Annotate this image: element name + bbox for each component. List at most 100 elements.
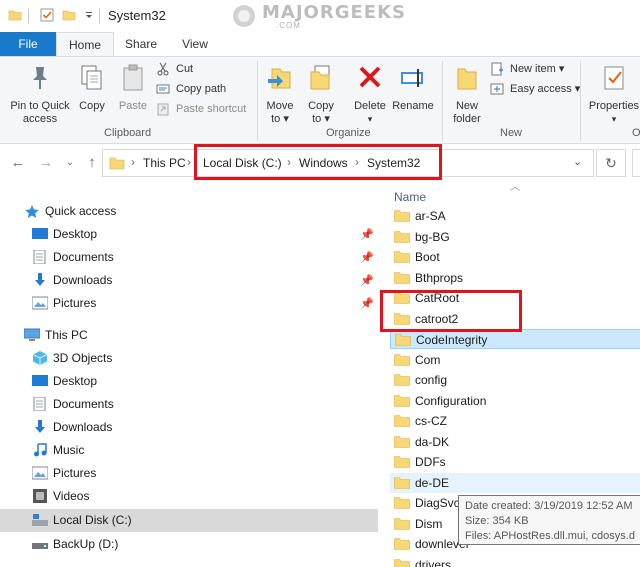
nav-downloads[interactable]: Downloads xyxy=(0,416,378,439)
file-row[interactable]: bg-BG xyxy=(390,227,640,247)
nav-quick-downloads[interactable]: Downloads 📌 xyxy=(0,269,378,292)
rename-button[interactable]: Rename xyxy=(392,63,434,113)
documents-icon xyxy=(33,397,46,411)
paste-shortcut-button[interactable]: Paste shortcut xyxy=(156,101,246,117)
up-arrow-icon[interactable]: ↑ xyxy=(84,154,100,171)
recent-locations-chevron-icon[interactable]: ⌄ xyxy=(62,157,78,168)
new-folder-quick-icon[interactable] xyxy=(62,8,76,22)
catroot-highlight-box xyxy=(380,290,522,332)
nav-music[interactable]: Music xyxy=(0,439,378,462)
nav-label: Documents xyxy=(53,250,114,264)
file-row[interactable]: config xyxy=(390,370,640,390)
folder-icon[interactable] xyxy=(8,8,22,22)
watermark-suffix: .COM xyxy=(276,21,301,30)
downloads-icon xyxy=(35,420,45,433)
folder-icon xyxy=(394,497,410,509)
file-row[interactable]: de-DE xyxy=(390,472,640,493)
properties-label: Properties xyxy=(588,100,640,112)
file-name: Com xyxy=(415,352,441,367)
file-name: DDFs xyxy=(415,455,446,469)
delete-x-icon xyxy=(359,66,381,88)
tab-view[interactable]: View xyxy=(172,32,218,56)
nav-quick-documents[interactable]: Documents 📌 xyxy=(0,246,378,269)
file-row[interactable]: cs-CZ xyxy=(390,411,640,431)
nav-3d-objects[interactable]: 3D Objects xyxy=(0,347,378,370)
cut-label: Cut xyxy=(176,63,194,75)
watermark-emblem-icon xyxy=(233,5,255,27)
drive-icon xyxy=(32,514,48,526)
folder-icon xyxy=(394,374,410,386)
new-folder-icon xyxy=(457,68,477,90)
divider xyxy=(28,9,29,23)
cut-button[interactable]: Cut xyxy=(156,61,193,77)
clipboard-group-label: Clipboard xyxy=(104,127,152,139)
tab-file[interactable]: File xyxy=(0,32,56,56)
new-folder-button[interactable]: New folder xyxy=(448,63,486,126)
divider xyxy=(442,61,443,141)
folder-icon xyxy=(394,415,410,427)
file-row[interactable]: Com xyxy=(390,350,640,370)
back-arrow-icon[interactable]: ← xyxy=(10,154,26,171)
pictures-icon xyxy=(32,466,48,480)
copy-to-button[interactable]: Copy to ▾ xyxy=(304,63,338,126)
file-name: da-DK xyxy=(415,434,450,449)
file-row[interactable]: CodeIntegrity xyxy=(390,329,640,349)
copy-path-label: Copy path xyxy=(176,83,227,95)
nav-this-pc[interactable]: This PC xyxy=(0,324,378,347)
easy-access-button[interactable]: Easy access ▾ xyxy=(490,81,580,97)
nav-backup-d[interactable]: BackUp (D:) xyxy=(0,533,378,556)
properties-quick-icon[interactable] xyxy=(40,8,54,22)
copy-button[interactable]: Copy xyxy=(76,63,108,113)
tab-home[interactable]: Home xyxy=(56,32,114,57)
file-row[interactable]: Boot xyxy=(390,247,640,267)
desktop-icon xyxy=(32,228,48,239)
file-row[interactable]: ar-SA xyxy=(390,206,640,226)
nav-videos[interactable]: Videos xyxy=(0,485,378,508)
paste-button[interactable]: Paste xyxy=(114,63,152,113)
file-row[interactable]: Configuration xyxy=(390,391,640,411)
pin-to-quick-access-button[interactable]: Pin to Quick access xyxy=(4,63,76,126)
nav-quick-pictures[interactable]: Pictures 📌 xyxy=(0,292,378,315)
properties-button[interactable]: Properties ▾ xyxy=(586,63,640,126)
file-row[interactable]: drivers xyxy=(390,555,640,567)
pictures-icon xyxy=(32,296,48,310)
copy-icon xyxy=(81,65,102,90)
folder-icon xyxy=(394,394,410,407)
column-header-name[interactable]: Name xyxy=(394,190,426,204)
copy-path-icon xyxy=(156,84,170,94)
copy-label: Copy xyxy=(79,100,105,112)
address-dropdown-chevron-icon[interactable]: ⌄ xyxy=(573,155,582,168)
nav-documents[interactable]: Documents xyxy=(0,393,378,416)
nav-local-disk-c[interactable]: Local Disk (C:) xyxy=(0,509,378,532)
forward-arrow-icon[interactable]: → xyxy=(38,154,54,171)
nav-pictures[interactable]: Pictures xyxy=(0,462,378,485)
breadcrumb-this-pc[interactable]: This PC xyxy=(143,156,186,170)
move-to-button[interactable]: Move to ▾ xyxy=(262,63,298,126)
scissors-icon xyxy=(157,62,169,76)
address-highlight-box xyxy=(194,144,442,180)
folder-icon xyxy=(394,558,410,567)
file-row[interactable]: Bthprops xyxy=(390,268,640,288)
delete-button[interactable]: Delete ▾ xyxy=(350,63,390,126)
nav-quick-desktop[interactable]: Desktop 📌 xyxy=(0,223,378,246)
breadcrumb-separator: › xyxy=(131,155,135,169)
pin-icon xyxy=(33,67,47,89)
file-row[interactable]: DDFs xyxy=(390,452,640,472)
nav-quick-access[interactable]: Quick access xyxy=(0,200,378,223)
file-name: CodeIntegrity xyxy=(416,333,488,347)
nav-label: This PC xyxy=(45,328,88,342)
tab-share[interactable]: Share xyxy=(116,32,166,56)
file-row[interactable]: da-DK xyxy=(390,432,640,452)
customize-dropdown-icon[interactable] xyxy=(82,8,96,22)
pinned-icon: 📌 xyxy=(360,298,374,310)
pinned-icon: 📌 xyxy=(360,275,374,287)
folder-icon xyxy=(394,230,410,243)
folder-icon xyxy=(394,251,410,263)
nav-desktop[interactable]: Desktop xyxy=(0,370,378,393)
search-input[interactable] xyxy=(632,149,640,177)
nav-label: Documents xyxy=(53,397,114,411)
computer-icon xyxy=(24,328,40,341)
new-item-button[interactable]: New item ▾ xyxy=(490,61,564,77)
copy-path-button[interactable]: Copy path xyxy=(156,81,226,97)
refresh-icon[interactable]: ↻ xyxy=(596,149,626,177)
